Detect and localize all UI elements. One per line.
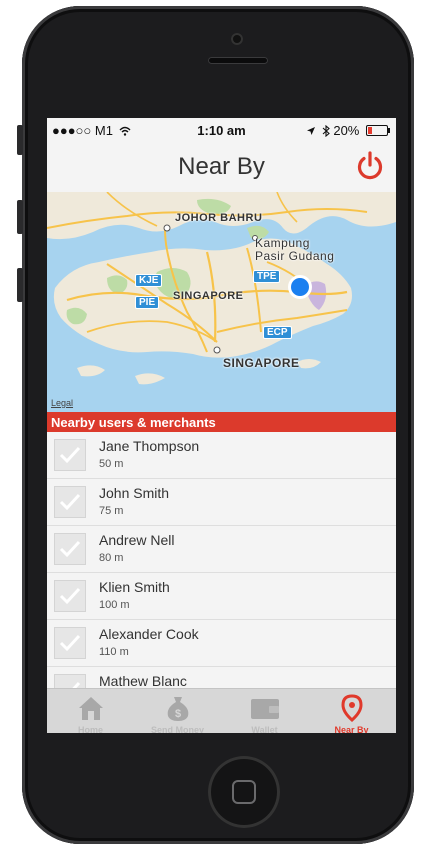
user-name: Klien Smith xyxy=(99,579,170,595)
section-header: Nearby users & merchants xyxy=(47,412,396,432)
user-distance: 110 m xyxy=(99,646,129,658)
page-title: Near By xyxy=(178,153,265,180)
mute-switch xyxy=(17,125,23,155)
map-label-pasir-gudang: Pasir Gudang xyxy=(255,249,335,263)
tab-label: Near By xyxy=(334,725,369,733)
tab-bar: Home $ Send Money Wallet Near By xyxy=(47,688,396,733)
volume-up-button xyxy=(17,200,23,234)
map-graphic xyxy=(47,192,396,412)
highway-shield-kje: KJE xyxy=(135,274,163,287)
list-item[interactable]: Mathew Blanc xyxy=(47,667,396,688)
location-pin-icon xyxy=(341,694,363,722)
user-distance: 50 m xyxy=(99,458,124,470)
map-label-singapore-city: SINGAPORE xyxy=(223,356,300,370)
checkmark-icon[interactable] xyxy=(54,627,86,659)
tab-label: Wallet xyxy=(251,725,278,733)
checkmark-icon[interactable] xyxy=(54,486,86,518)
user-distance: 100 m xyxy=(99,599,130,611)
app-screen: ●●●○○ M1 1:10 am 20% Near By JOHOR BAHRU… xyxy=(47,118,396,733)
navigation-bar: Near By xyxy=(47,142,396,192)
tab-send-money[interactable]: $ Send Money xyxy=(134,689,221,733)
battery-percent: 20% xyxy=(333,123,360,138)
highway-shield-ecp: ECP xyxy=(263,326,292,339)
highway-shield-tpe: TPE xyxy=(253,270,281,283)
map-label-kampung: Kampung xyxy=(255,236,310,250)
battery-icon xyxy=(366,125,390,136)
front-camera xyxy=(231,33,243,45)
bluetooth-icon xyxy=(322,124,330,138)
volume-down-button xyxy=(17,268,23,302)
checkmark-icon[interactable] xyxy=(54,439,86,471)
home-icon xyxy=(79,697,103,720)
user-name: Jane Thompson xyxy=(99,438,200,454)
status-bar: ●●●○○ M1 1:10 am 20% xyxy=(47,118,396,142)
nearby-list[interactable]: Jane Thompson 50 m John Smith 75 m Andre… xyxy=(47,432,396,688)
user-name: Andrew Nell xyxy=(99,532,175,548)
money-bag-icon: $ xyxy=(167,697,189,721)
user-name: Mathew Blanc xyxy=(99,673,187,688)
section-title: Nearby users & merchants xyxy=(51,415,216,430)
power-icon[interactable] xyxy=(354,150,386,182)
tab-label: Home xyxy=(77,725,103,733)
map-label-johor-bahru: JOHOR BAHRU xyxy=(175,212,263,224)
location-arrow-icon xyxy=(307,127,316,135)
user-distance: 80 m xyxy=(99,552,124,564)
map-legal-link[interactable]: Legal xyxy=(51,398,73,408)
wallet-icon xyxy=(251,699,279,719)
current-location-dot xyxy=(291,278,309,296)
tab-label: Send Money xyxy=(150,725,204,733)
home-button[interactable] xyxy=(208,756,280,828)
tab-wallet[interactable]: Wallet xyxy=(221,689,308,733)
earpiece-speaker xyxy=(208,57,268,64)
list-item[interactable]: Jane Thompson 50 m xyxy=(47,432,396,479)
map-label-singapore-region: SINGAPORE xyxy=(173,290,244,302)
user-name: Alexander Cook xyxy=(99,626,199,642)
status-right: 20% xyxy=(306,123,390,138)
list-item[interactable]: Alexander Cook 110 m xyxy=(47,620,396,667)
checkmark-icon[interactable] xyxy=(54,674,86,688)
user-name: John Smith xyxy=(99,485,170,501)
svg-text:$: $ xyxy=(175,708,181,720)
list-item[interactable]: Andrew Nell 80 m xyxy=(47,526,396,573)
checkmark-icon[interactable] xyxy=(54,533,86,565)
tab-home[interactable]: Home xyxy=(47,689,134,733)
checkmark-icon[interactable] xyxy=(54,580,86,612)
tab-near-by[interactable]: Near By xyxy=(308,689,395,733)
list-item[interactable]: John Smith 75 m xyxy=(47,479,396,526)
highway-shield-pie: PIE xyxy=(135,296,160,309)
map-view[interactable]: JOHOR BAHRU Kampung Pasir Gudang SINGAPO… xyxy=(47,192,396,412)
list-item[interactable]: Klien Smith 100 m xyxy=(47,573,396,620)
user-distance: 75 m xyxy=(99,505,124,517)
